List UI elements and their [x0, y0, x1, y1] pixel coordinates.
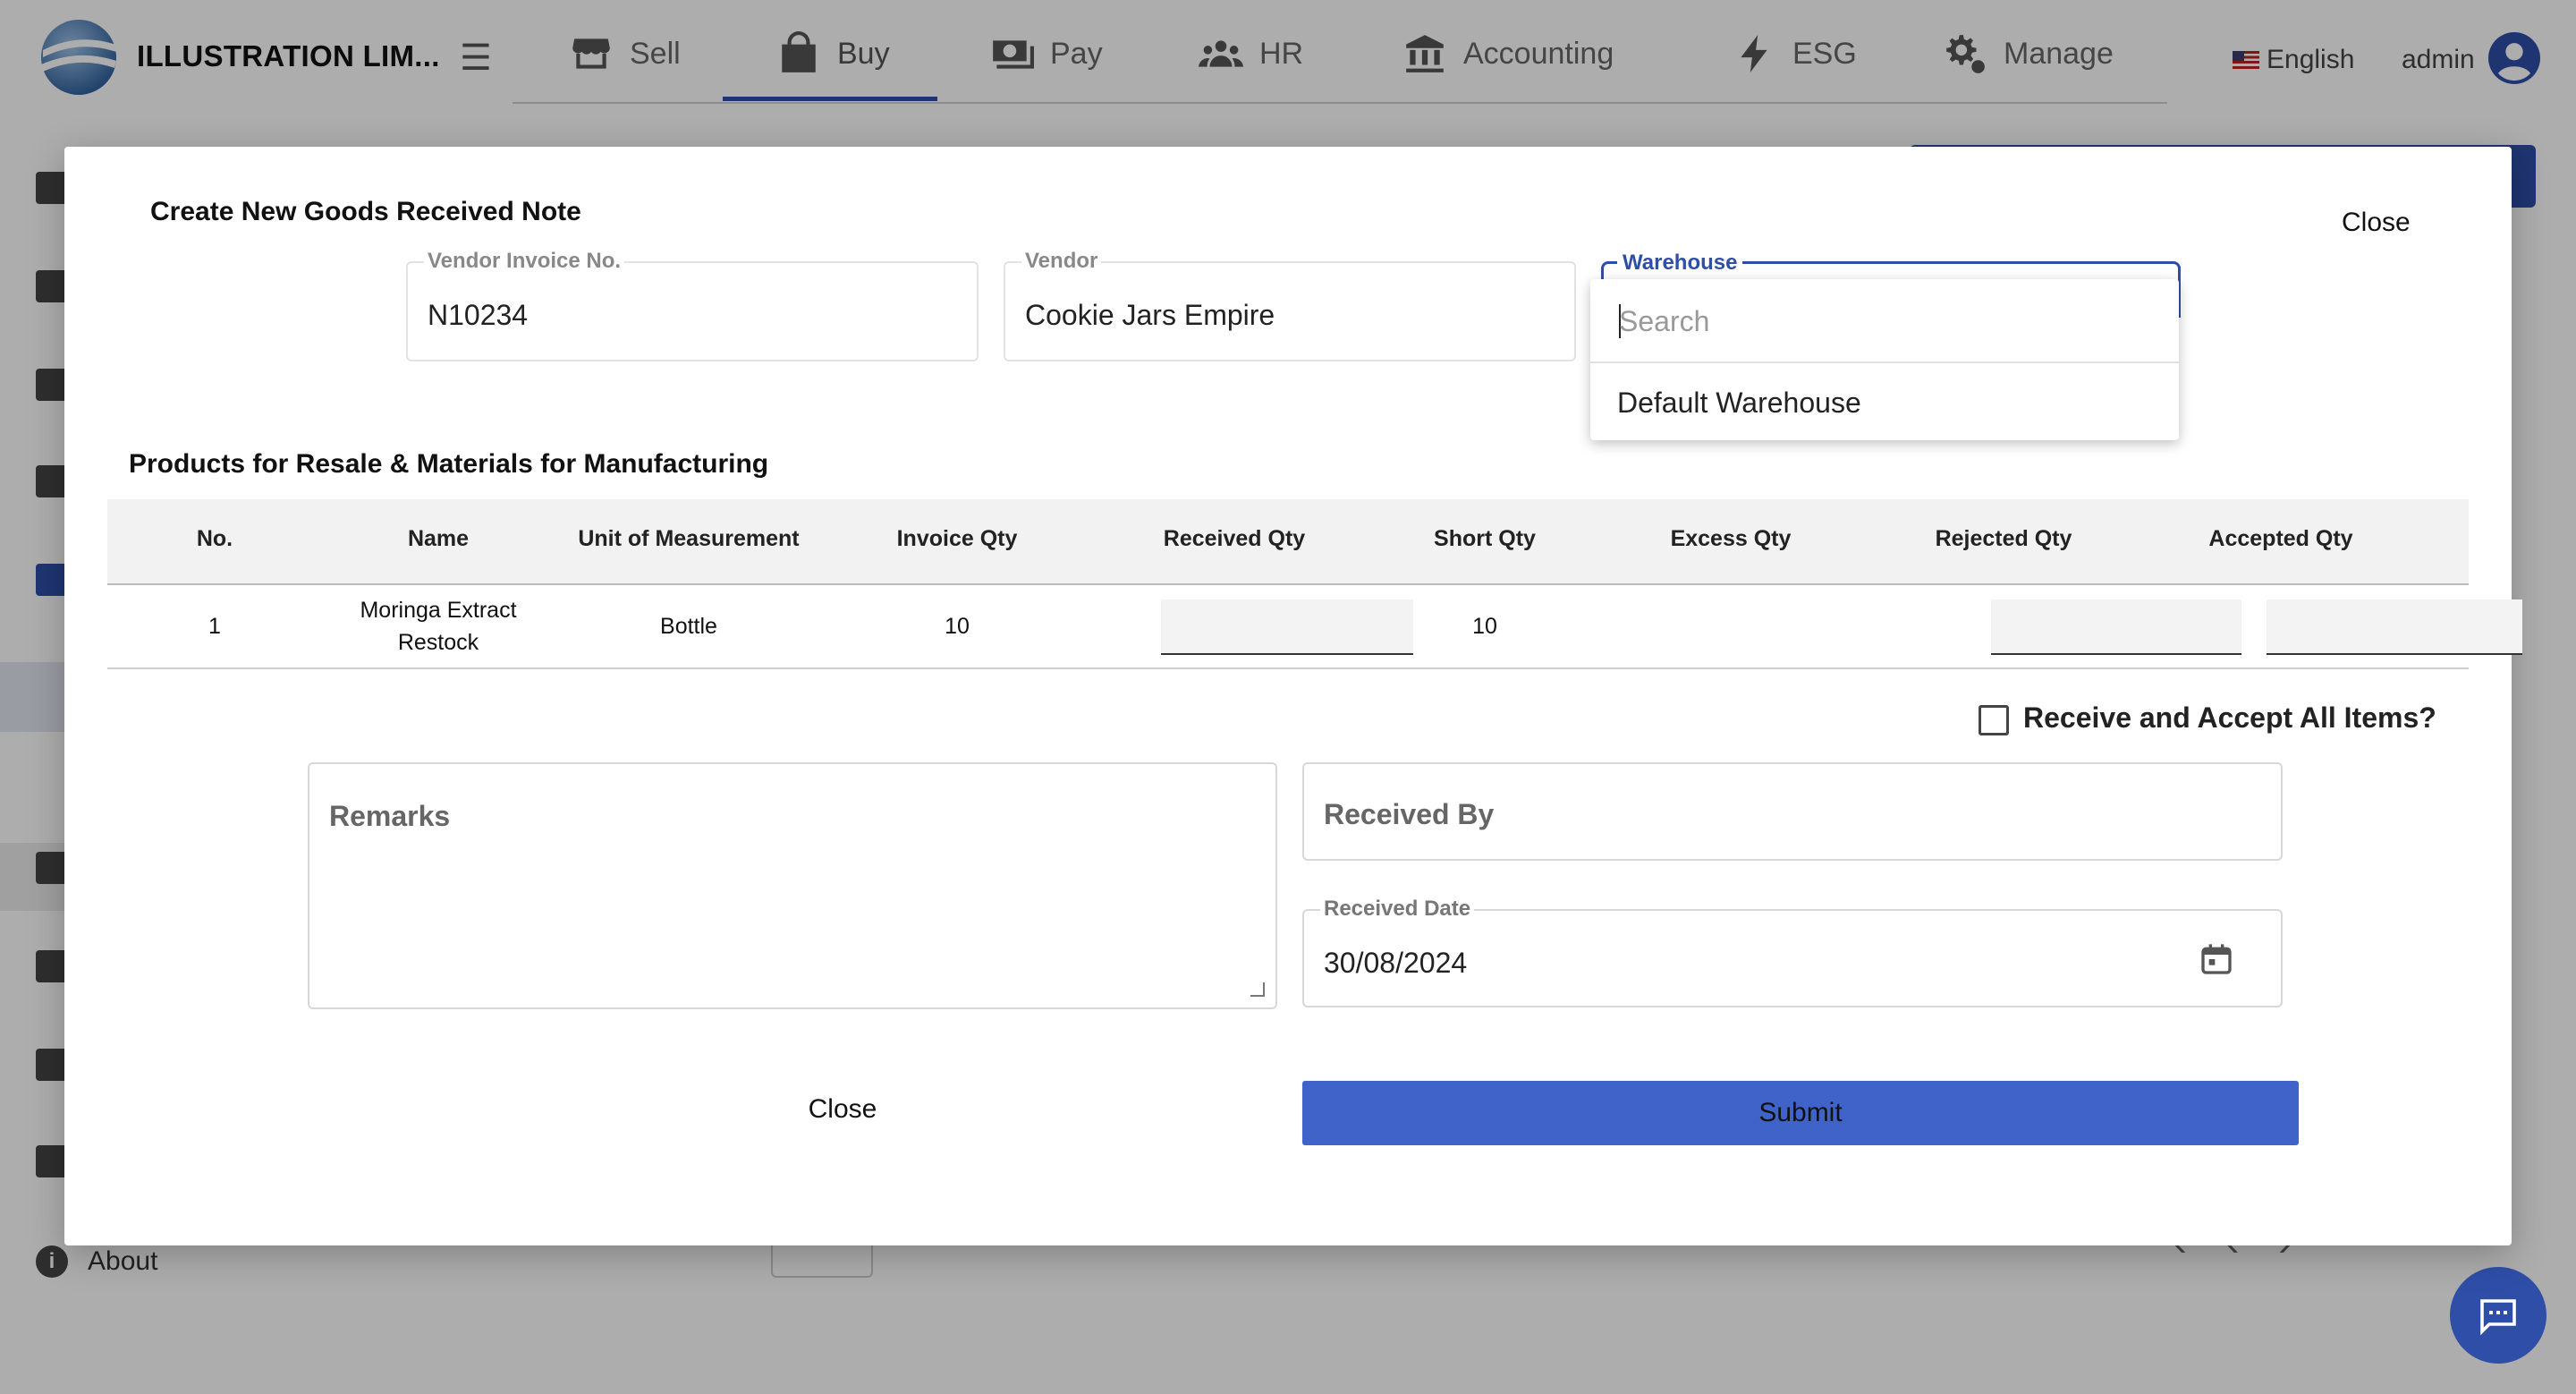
column-header: Invoice Qty [896, 526, 1018, 551]
vendor-field[interactable]: Vendor Cookie Jars Empire [1004, 251, 1576, 361]
table-header: No. Name Unit of Measurement Invoice Qty… [107, 499, 2469, 585]
chat-icon [2480, 1299, 2516, 1336]
dialog-title: Create New Goods Received Note [150, 197, 581, 226]
warehouse-search-input[interactable] [1617, 299, 2157, 344]
create-grn-dialog: Create New Goods Received Note Close Ven… [64, 147, 2522, 1245]
unit-of-measurement: Bottle [660, 614, 717, 639]
received-date-field[interactable]: Received Date 30/08/2024 [1302, 898, 2283, 1007]
vendor-invoice-value: N10234 [428, 299, 529, 331]
remarks-label: Remarks [329, 800, 451, 832]
received-date-label: Received Date [1320, 898, 1475, 920]
row-number: 1 [208, 614, 221, 639]
chat-button[interactable] [2450, 1267, 2546, 1364]
received-by-label: Received By [1324, 798, 1495, 830]
remarks-textarea[interactable]: Remarks [308, 762, 1277, 1009]
resize-handle-icon[interactable] [1250, 982, 1265, 997]
product-name-line: Moringa Extract [360, 598, 517, 623]
column-header: Name [407, 526, 470, 551]
column-header: Unit of Measurement [578, 526, 800, 551]
dropdown-search [1590, 279, 2179, 363]
column-header: Excess Qty [1670, 526, 1792, 551]
invoice-qty: 10 [945, 614, 970, 639]
column-header: Accepted Qty [2208, 526, 2353, 551]
field-label: Vendor [1021, 251, 1102, 272]
rejected-qty-input[interactable] [1991, 599, 2241, 655]
submit-button[interactable]: Submit [1302, 1081, 2299, 1145]
field-label: Vendor Invoice No. [424, 251, 625, 272]
product-name-line: Restock [397, 630, 479, 655]
received-by-field[interactable]: Received By [1302, 762, 2283, 861]
vendor-invoice-field[interactable]: Vendor Invoice No. N10234 [406, 251, 979, 361]
column-header: No. [196, 526, 233, 551]
receive-all-label[interactable]: Receive and Accept All Items? [2023, 701, 2436, 735]
vendor-value: Cookie Jars Empire [1025, 299, 1275, 331]
column-header: Received Qty [1163, 526, 1306, 551]
calendar-icon[interactable] [2199, 941, 2234, 977]
received-qty-input[interactable] [1161, 599, 1413, 655]
close-button[interactable]: Close [691, 1077, 995, 1142]
products-section-title: Products for Resale & Materials for Manu… [129, 449, 769, 479]
warehouse-label: Warehouse [1617, 252, 1743, 274]
receive-all-checkbox[interactable] [1979, 705, 2009, 735]
accepted-qty-input[interactable] [2267, 599, 2522, 655]
table-row: 1 Moringa Extract Restock Bottle 10 10 [107, 585, 2522, 669]
short-qty: 10 [1472, 614, 1497, 639]
warehouse-dropdown: Default Warehouse [1590, 279, 2179, 440]
received-date-value: 30/08/2024 [1324, 947, 1468, 979]
warehouse-option[interactable]: Default Warehouse [1617, 387, 1861, 420]
dialog-close-link[interactable]: Close [2342, 208, 2411, 238]
column-header: Short Qty [1434, 526, 1536, 551]
product-name: Moringa Extract Restock [349, 594, 528, 659]
column-header: Rejected Qty [1935, 526, 2072, 551]
